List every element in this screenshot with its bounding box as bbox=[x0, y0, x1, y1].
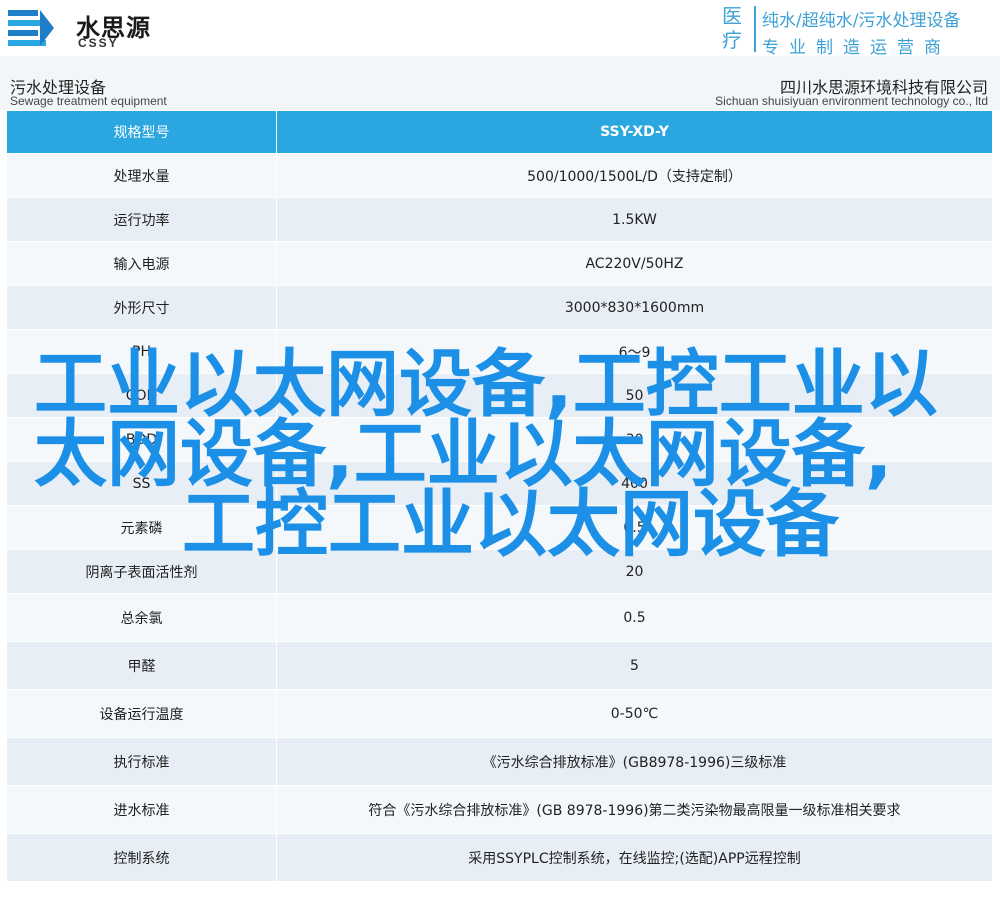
table-row: 处理水量 500/1000/1500L/D（支持定制） bbox=[6, 153, 993, 198]
brand-logo-icon bbox=[8, 10, 54, 46]
spec-value-cell: 0.5 bbox=[276, 593, 993, 642]
spec-value-cell: 1.5KW bbox=[276, 197, 993, 242]
category-title-en: Sewage treatment equipment bbox=[10, 94, 167, 108]
medical-label: 医 疗 bbox=[722, 4, 754, 52]
spec-value-cell: 500/1000/1500L/D（支持定制） bbox=[276, 153, 993, 198]
slogan-line-1: 纯水/超纯水/污水处理设备 bbox=[762, 11, 961, 31]
brand-name-en: CSSY bbox=[78, 36, 119, 50]
spec-value-cell: 5 bbox=[276, 641, 993, 690]
spec-label-cell: 执行标准 bbox=[6, 737, 277, 786]
table-row: 外形尺寸 3000*830*1600mm bbox=[6, 285, 993, 330]
table-row: 设备运行温度 0-50℃ bbox=[6, 689, 993, 738]
spec-label-cell: 设备运行温度 bbox=[6, 689, 277, 738]
table-row: 进水标准 符合《污水综合排放标准》(GB 8978-1996)第二类污染物最高限量… bbox=[6, 785, 993, 834]
spec-value-cell: 采用SSYPLC控制系统，在线监控;(选配)APP远程控制 bbox=[276, 833, 993, 882]
overlay-headline: 工业以太网设备,工控工业以 太网设备,工业以太网设备, 工控工业以太网设备 bbox=[34, 342, 938, 567]
overlay-line-3: 工控工业以太网设备 bbox=[182, 482, 839, 567]
spec-label-cell: 处理水量 bbox=[6, 153, 277, 198]
banner-divider bbox=[754, 6, 756, 52]
spec-label-cell: 总余氯 bbox=[6, 593, 277, 642]
spec-value-cell: 3000*830*1600mm bbox=[276, 285, 993, 330]
table-row: 甲醛 5 bbox=[6, 641, 993, 690]
header-value-cell: SSY-XD-Y bbox=[276, 110, 993, 154]
table-row: 输入电源 AC220V/50HZ bbox=[6, 241, 993, 286]
spec-label-cell: 运行功率 bbox=[6, 197, 277, 242]
banner-slogan: 医 疗 纯水/超纯水/污水处理设备 专业制造运营商 bbox=[722, 2, 998, 58]
spec-label-cell: 控制系统 bbox=[6, 833, 277, 882]
top-banner: 水思源 CSSY 医 疗 纯水/超纯水/污水处理设备 专业制造运营商 bbox=[0, 0, 1000, 58]
table-header-row: 规格型号 SSY-XD-Y bbox=[6, 110, 993, 154]
table-row: 执行标准 《污水综合排放标准》(GB8978-1996)三级标准 bbox=[6, 737, 993, 786]
spec-label-cell: 甲醛 bbox=[6, 641, 277, 690]
spec-value-cell: 0-50℃ bbox=[276, 689, 993, 738]
overlay-line-2: 太网设备,工业以太网设备, bbox=[34, 412, 893, 497]
medical-label-1: 医 bbox=[722, 4, 742, 28]
spec-label-cell: 进水标准 bbox=[6, 785, 277, 834]
table-row: 运行功率 1.5KW bbox=[6, 197, 993, 242]
company-name-en: Sichuan shuisiyuan environment technolog… bbox=[715, 94, 988, 108]
slogan-line-2: 专业制造运营商 bbox=[762, 38, 951, 58]
spec-value-cell: AC220V/50HZ bbox=[276, 241, 993, 286]
spec-value-cell: 《污水综合排放标准》(GB8978-1996)三级标准 bbox=[276, 737, 993, 786]
table-row: 总余氯 0.5 bbox=[6, 593, 993, 642]
spec-label-cell: 外形尺寸 bbox=[6, 285, 277, 330]
header-label-cell: 规格型号 bbox=[6, 110, 277, 154]
spec-label-cell: 输入电源 bbox=[6, 241, 277, 286]
medical-label-2: 疗 bbox=[722, 28, 742, 52]
table-row: 控制系统 采用SSYPLC控制系统，在线监控;(选配)APP远程控制 bbox=[6, 833, 993, 882]
spec-value-cell: 符合《污水综合排放标准》(GB 8978-1996)第二类污染物最高限量一级标准… bbox=[276, 785, 993, 834]
overlay-line-1: 工业以太网设备,工控工业以 bbox=[34, 342, 938, 427]
